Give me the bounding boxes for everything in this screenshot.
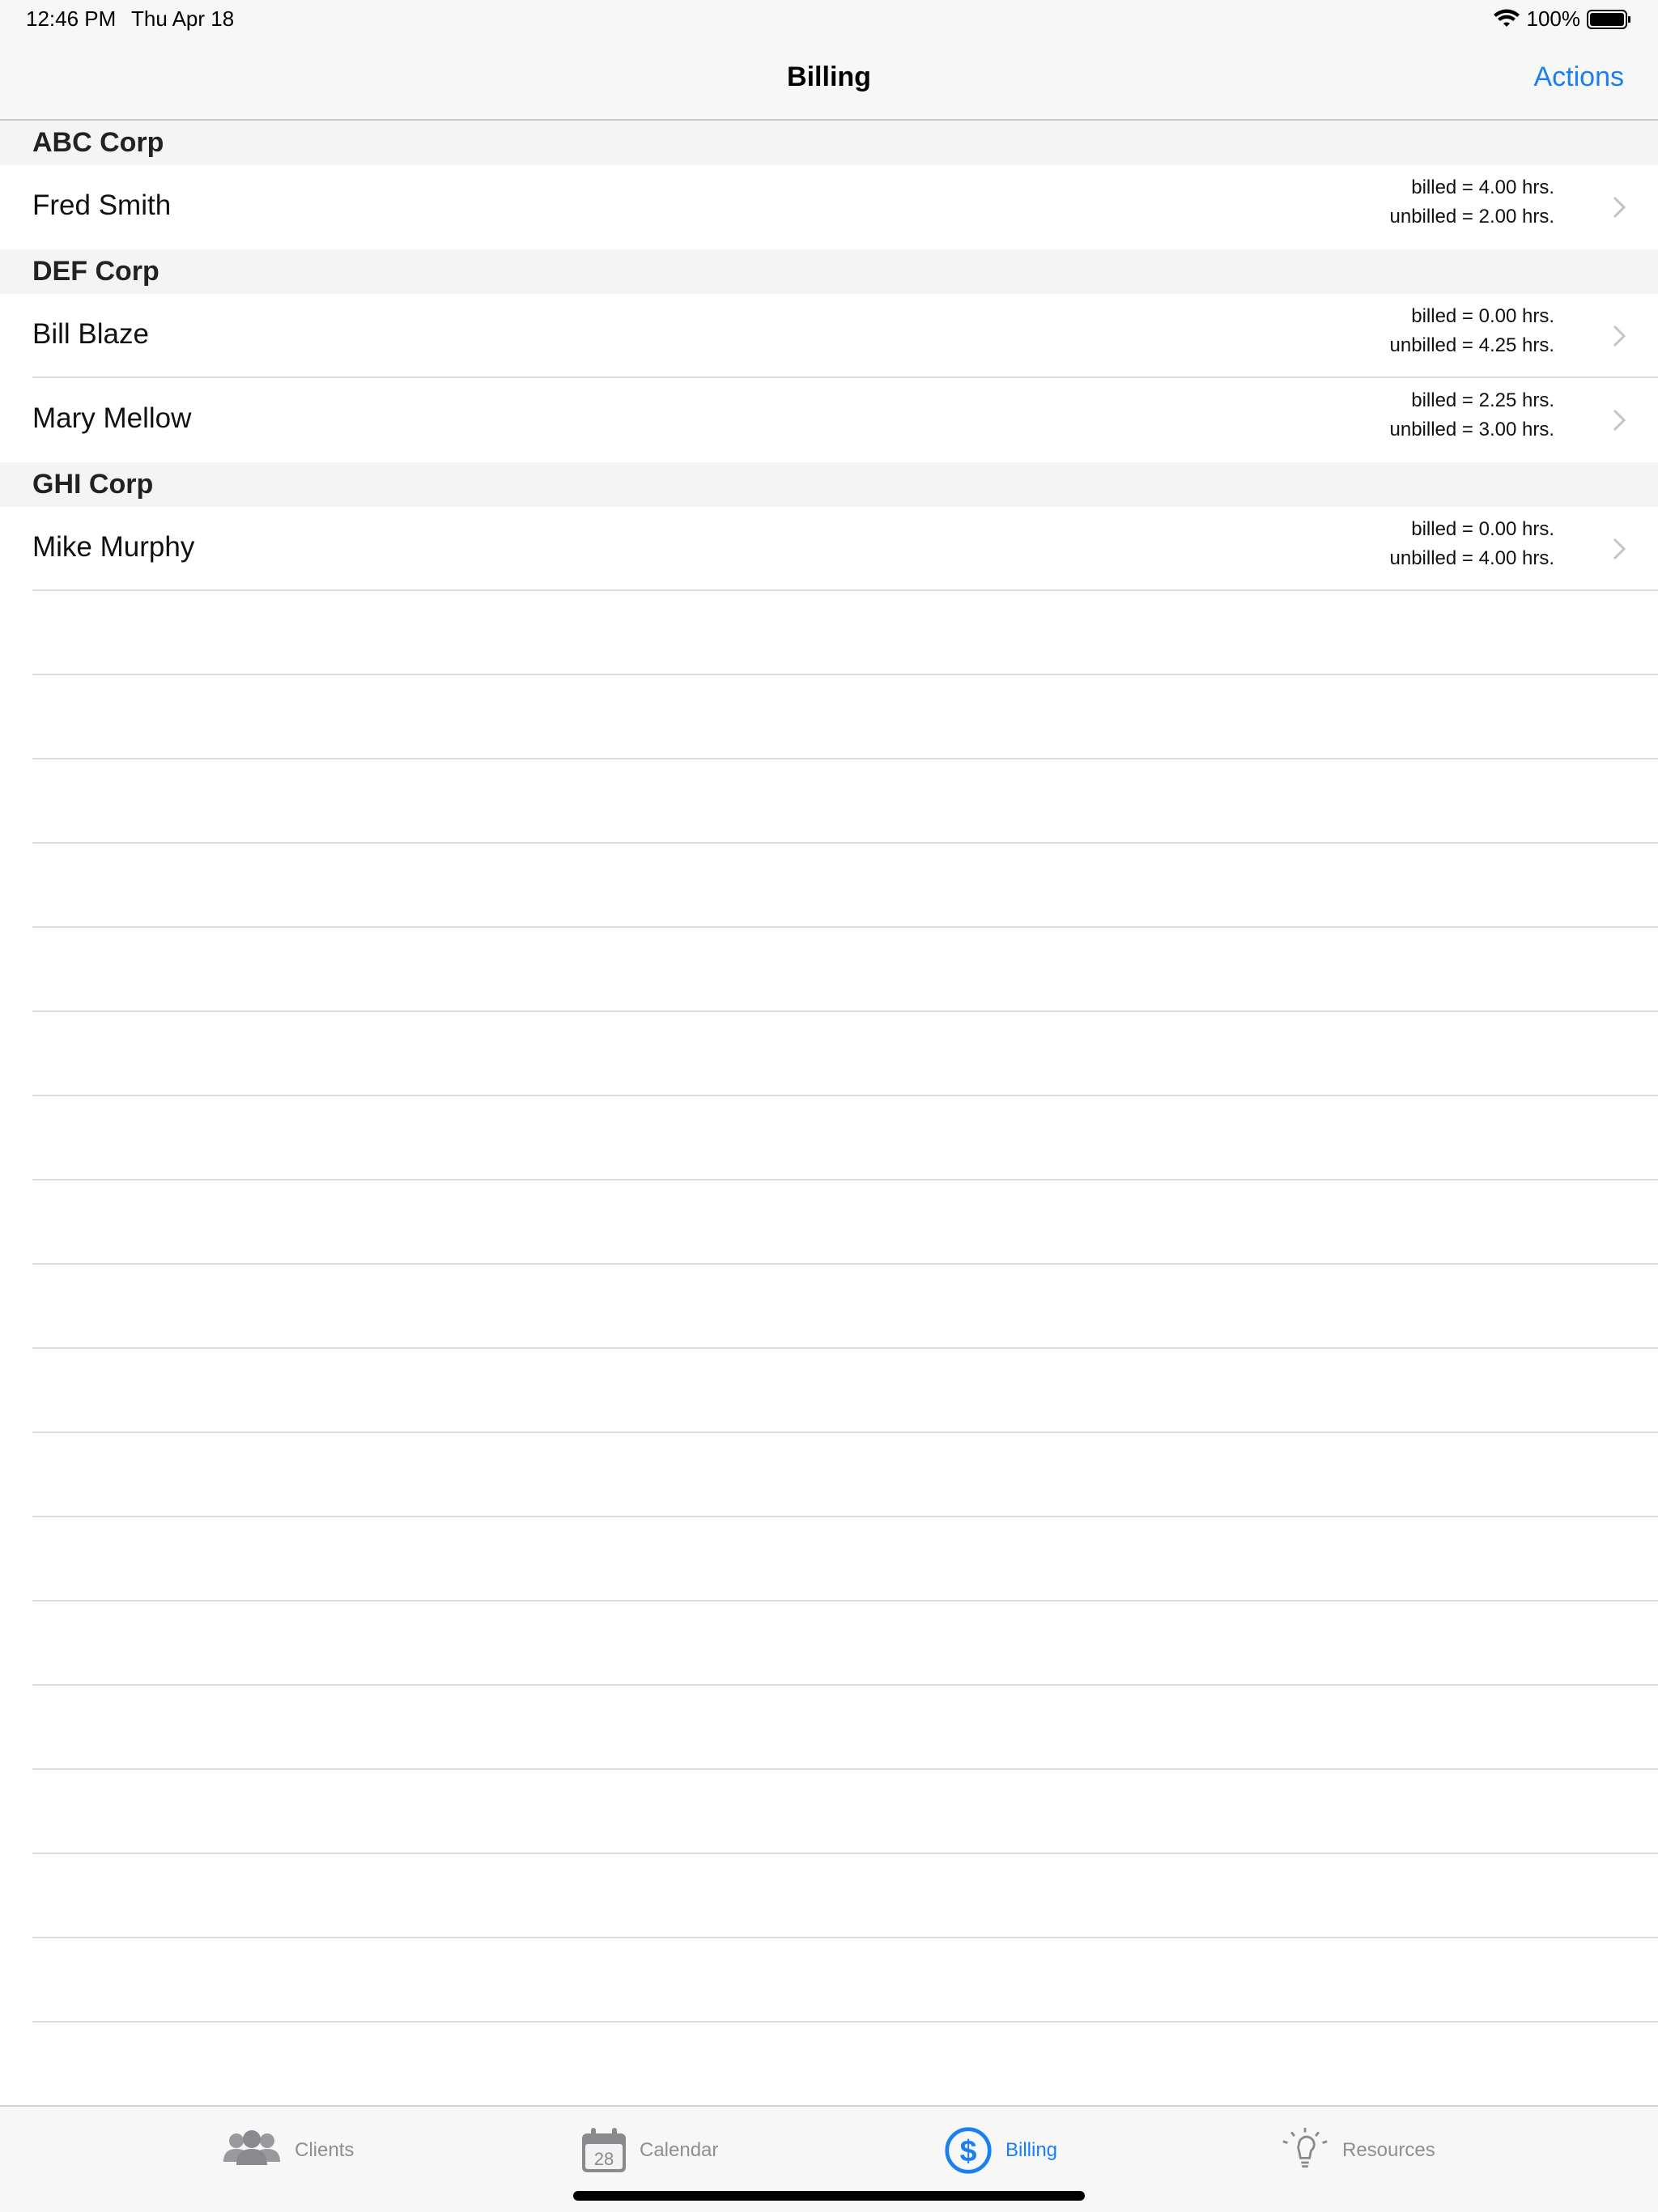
tab-label: Calendar <box>640 2139 719 2161</box>
status-time: 12:46 PM <box>26 6 117 31</box>
client-name: Fred Smith <box>32 189 172 221</box>
section-header-ghi-corp: GHI Corp <box>0 462 1658 507</box>
empty-row-separator <box>32 926 1658 928</box>
calendar-day-number: 28 <box>594 2149 614 2169</box>
hours-summary: billed = 0.00 hrs. unbilled = 4.00 hrs. <box>1390 515 1554 573</box>
home-indicator[interactable] <box>573 2191 1085 2201</box>
status-date: Thu Apr 18 <box>131 6 235 31</box>
billed-hours: billed = 4.00 hrs. <box>1411 177 1554 198</box>
status-indicators: 100% <box>1493 6 1633 32</box>
battery-icon <box>1587 9 1630 29</box>
chevron-right-icon <box>1613 538 1626 560</box>
tab-clients[interactable]: Clients <box>220 2125 354 2176</box>
unbilled-hours: unbilled = 4.00 hrs. <box>1389 547 1554 569</box>
empty-row-separator <box>32 1937 1658 1938</box>
empty-row-separator <box>32 1684 1658 1686</box>
empty-row-separator <box>32 1347 1658 1349</box>
tab-label: Resources <box>1342 2139 1435 2161</box>
tab-label: Clients <box>295 2139 355 2161</box>
section-header-abc-corp: ABC Corp <box>0 121 1658 165</box>
empty-row-separator <box>32 2021 1658 2023</box>
empty-row-separator <box>32 1516 1658 1517</box>
wifi-icon <box>1493 9 1520 27</box>
list-item[interactable]: Bill Blaze billed = 0.00 hrs. unbilled =… <box>0 294 1658 378</box>
empty-row-separator <box>32 1853 1658 1854</box>
tab-resources[interactable]: Resources <box>1279 2125 1435 2176</box>
chevron-right-icon <box>1613 196 1626 219</box>
tab-calendar[interactable]: 28 Calendar <box>580 2125 718 2176</box>
hours-summary: billed = 4.00 hrs. unbilled = 2.00 hrs. <box>1390 173 1554 232</box>
empty-row-separator <box>32 1263 1658 1265</box>
empty-row-separator <box>32 674 1658 675</box>
client-name: Bill Blaze <box>32 318 149 350</box>
empty-row-separator <box>32 1768 1658 1770</box>
unbilled-hours: unbilled = 2.00 hrs. <box>1389 206 1554 228</box>
lightbulb-icon <box>1282 2127 1328 2168</box>
section-header-def-corp: DEF Corp <box>0 249 1658 294</box>
billed-hours: billed = 0.00 hrs. <box>1411 305 1554 327</box>
navigation-bar: Billing Actions <box>0 39 1658 121</box>
chevron-right-icon <box>1613 409 1626 432</box>
chevron-right-icon <box>1613 325 1626 347</box>
empty-row-separator <box>32 1179 1658 1180</box>
empty-row-separator <box>32 1431 1658 1433</box>
calendar-icon: 28 <box>582 2128 626 2172</box>
empty-row-separator <box>32 1095 1658 1096</box>
status-bar: 12:46 PM Thu Apr 18 100% <box>0 0 1658 39</box>
billing-list: ABC Corp Fred Smith billed = 4.00 hrs. u… <box>0 121 1658 2107</box>
unbilled-hours: unbilled = 4.25 hrs. <box>1389 334 1554 356</box>
list-item[interactable]: Mary Mellow billed = 2.25 hrs. unbilled … <box>0 378 1658 462</box>
page-title: Billing <box>787 62 871 92</box>
tab-label: Billing <box>1005 2139 1058 2161</box>
client-name: Mike Murphy <box>32 531 195 563</box>
billing-dollar-icon: $ <box>945 2127 992 2174</box>
clients-icon <box>223 2130 280 2165</box>
list-item[interactable]: Fred Smith billed = 4.00 hrs. unbilled =… <box>0 165 1658 249</box>
empty-row-separator <box>32 1600 1658 1602</box>
actions-button[interactable]: Actions <box>1534 62 1625 93</box>
unbilled-hours: unbilled = 3.00 hrs. <box>1389 419 1554 440</box>
empty-row-separator <box>32 842 1658 844</box>
billed-hours: billed = 0.00 hrs. <box>1411 518 1554 540</box>
billed-hours: billed = 2.25 hrs. <box>1411 389 1554 411</box>
hours-summary: billed = 2.25 hrs. unbilled = 3.00 hrs. <box>1390 386 1554 445</box>
hours-summary: billed = 0.00 hrs. unbilled = 4.25 hrs. <box>1390 302 1554 360</box>
empty-table-area <box>0 591 1658 2107</box>
tab-billing[interactable]: $ Billing <box>942 2125 1057 2176</box>
client-name: Mary Mellow <box>32 402 192 434</box>
billing-screen: 12:46 PM Thu Apr 18 100% Billing Actions… <box>0 0 1658 2212</box>
svg-text:$: $ <box>960 2133 977 2167</box>
battery-percent: 100% <box>1526 6 1581 31</box>
list-item[interactable]: Mike Murphy billed = 0.00 hrs. unbilled … <box>0 507 1658 591</box>
empty-row-separator <box>32 1010 1658 1012</box>
empty-row-separator <box>32 758 1658 759</box>
